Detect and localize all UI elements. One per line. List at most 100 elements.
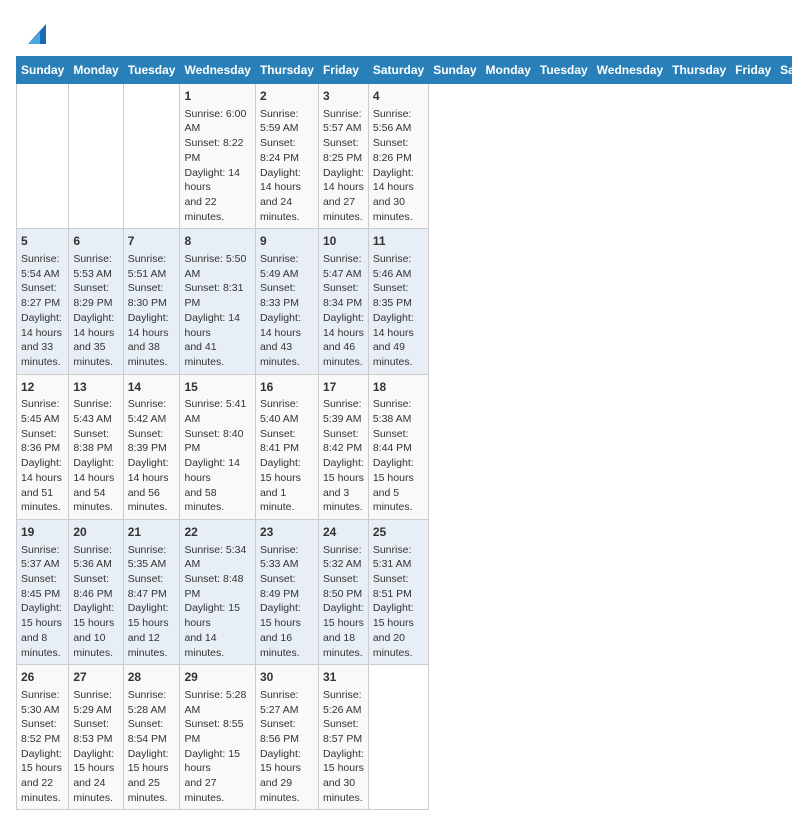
day-info: Sunrise: 5:29 AM Sunset: 8:53 PM Dayligh… — [73, 688, 118, 806]
calendar-cell: 22Sunrise: 5:34 AM Sunset: 8:48 PM Dayli… — [180, 519, 255, 664]
col-header-thursday: Thursday — [255, 57, 318, 84]
col-header-saturday: Saturday — [776, 57, 792, 84]
calendar-week-row: 5 Sunrise: 5:54 AM Sunset: 8:27 PM Daylig… — [17, 229, 792, 374]
day-info: Sunrise: 5:54 AM Sunset: 8:27 PM Dayligh… — [21, 252, 64, 370]
day-info: Sunrise: 5:37 AM Sunset: 8:45 PM Dayligh… — [21, 543, 64, 661]
calendar-cell: 27 Sunrise: 5:29 AM Sunset: 8:53 PM Dayli… — [69, 665, 123, 810]
calendar-header-row: SundayMondayTuesdayWednesdayThursdayFrid… — [17, 57, 792, 84]
day-info: Sunrise: 6:00 AM Sunset: 8:22 PM Dayligh… — [184, 107, 250, 225]
calendar-cell: 28Sunrise: 5:28 AM Sunset: 8:54 PM Dayli… — [123, 665, 180, 810]
calendar-cell: 8 Sunrise: 5:50 AM Sunset: 8:31 PM Daylig… — [180, 229, 255, 374]
day-number: 11 — [373, 233, 424, 250]
page-header — [16, 16, 776, 46]
day-number: 17 — [323, 379, 364, 396]
day-number: 25 — [373, 524, 424, 541]
col-header-monday: Monday — [69, 57, 123, 84]
calendar-cell: 25 Sunrise: 5:31 AM Sunset: 8:51 PM Dayli… — [368, 519, 428, 664]
day-number: 21 — [128, 524, 176, 541]
day-info: Sunrise: 5:35 AM Sunset: 8:47 PM Dayligh… — [128, 543, 176, 661]
calendar-cell: 26 Sunrise: 5:30 AM Sunset: 8:52 PM Dayli… — [17, 665, 69, 810]
day-number: 7 — [128, 233, 176, 250]
day-number: 18 — [373, 379, 424, 396]
day-number: 31 — [323, 669, 364, 686]
calendar-cell: 2 Sunrise: 5:59 AM Sunset: 8:24 PM Daylig… — [255, 84, 318, 229]
col-header-saturday: Saturday — [368, 57, 428, 84]
day-info: Sunrise: 5:30 AM Sunset: 8:52 PM Dayligh… — [21, 688, 64, 806]
calendar-cell: 9Sunrise: 5:49 AM Sunset: 8:33 PM Daylig… — [255, 229, 318, 374]
day-info: Sunrise: 5:59 AM Sunset: 8:24 PM Dayligh… — [260, 107, 314, 225]
day-info: Sunrise: 5:49 AM Sunset: 8:33 PM Dayligh… — [260, 252, 314, 370]
day-number: 30 — [260, 669, 314, 686]
calendar-week-row: 19 Sunrise: 5:37 AM Sunset: 8:45 PM Dayli… — [17, 519, 792, 664]
day-number: 19 — [21, 524, 64, 541]
col-header-thursday: Thursday — [668, 57, 731, 84]
col-header-tuesday: Tuesday — [535, 57, 592, 84]
col-header-wednesday: Wednesday — [592, 57, 667, 84]
day-number: 27 — [73, 669, 118, 686]
day-info: Sunrise: 5:42 AM Sunset: 8:39 PM Dayligh… — [128, 397, 176, 515]
day-info: Sunrise: 5:41 AM Sunset: 8:40 PM Dayligh… — [184, 397, 250, 515]
calendar-cell: 4 Sunrise: 5:56 AM Sunset: 8:26 PM Daylig… — [368, 84, 428, 229]
calendar-week-row: 1 Sunrise: 6:00 AM Sunset: 8:22 PM Daylig… — [17, 84, 792, 229]
col-header-sunday: Sunday — [429, 57, 481, 84]
col-header-monday: Monday — [481, 57, 535, 84]
calendar-cell: 17Sunrise: 5:39 AM Sunset: 8:42 PM Dayli… — [318, 374, 368, 519]
calendar-cell: 18Sunrise: 5:38 AM Sunset: 8:44 PM Dayli… — [368, 374, 428, 519]
calendar-cell: 10Sunrise: 5:47 AM Sunset: 8:34 PM Dayli… — [318, 229, 368, 374]
day-info: Sunrise: 5:38 AM Sunset: 8:44 PM Dayligh… — [373, 397, 424, 515]
day-info: Sunrise: 5:45 AM Sunset: 8:36 PM Dayligh… — [21, 397, 64, 515]
day-number: 26 — [21, 669, 64, 686]
calendar-cell — [368, 665, 428, 810]
day-info: Sunrise: 5:43 AM Sunset: 8:38 PM Dayligh… — [73, 397, 118, 515]
calendar-cell: 14Sunrise: 5:42 AM Sunset: 8:39 PM Dayli… — [123, 374, 180, 519]
calendar-cell: 11 Sunrise: 5:46 AM Sunset: 8:35 PM Dayli… — [368, 229, 428, 374]
day-number: 6 — [73, 233, 118, 250]
calendar-cell: 29Sunrise: 5:28 AM Sunset: 8:55 PM Dayli… — [180, 665, 255, 810]
calendar-cell: 1 Sunrise: 6:00 AM Sunset: 8:22 PM Daylig… — [180, 84, 255, 229]
day-number: 14 — [128, 379, 176, 396]
calendar-cell: 3Sunrise: 5:57 AM Sunset: 8:25 PM Daylig… — [318, 84, 368, 229]
day-info: Sunrise: 5:40 AM Sunset: 8:41 PM Dayligh… — [260, 397, 314, 515]
day-info: Sunrise: 5:26 AM Sunset: 8:57 PM Dayligh… — [323, 688, 364, 806]
day-info: Sunrise: 5:27 AM Sunset: 8:56 PM Dayligh… — [260, 688, 314, 806]
day-info: Sunrise: 5:50 AM Sunset: 8:31 PM Dayligh… — [184, 252, 250, 370]
day-number: 16 — [260, 379, 314, 396]
day-info: Sunrise: 5:56 AM Sunset: 8:26 PM Dayligh… — [373, 107, 424, 225]
day-number: 23 — [260, 524, 314, 541]
calendar-cell: 5 Sunrise: 5:54 AM Sunset: 8:27 PM Daylig… — [17, 229, 69, 374]
day-info: Sunrise: 5:31 AM Sunset: 8:51 PM Dayligh… — [373, 543, 424, 661]
calendar-cell: 7 Sunrise: 5:51 AM Sunset: 8:30 PM Daylig… — [123, 229, 180, 374]
logo-icon — [18, 16, 48, 46]
calendar-cell — [123, 84, 180, 229]
calendar-cell: 21 Sunrise: 5:35 AM Sunset: 8:47 PM Dayli… — [123, 519, 180, 664]
calendar-cell: 23 Sunrise: 5:33 AM Sunset: 8:49 PM Dayli… — [255, 519, 318, 664]
calendar-cell — [69, 84, 123, 229]
day-number: 22 — [184, 524, 250, 541]
day-info: Sunrise: 5:53 AM Sunset: 8:29 PM Dayligh… — [73, 252, 118, 370]
day-number: 8 — [184, 233, 250, 250]
day-number: 1 — [184, 88, 250, 105]
day-info: Sunrise: 5:47 AM Sunset: 8:34 PM Dayligh… — [323, 252, 364, 370]
calendar-cell: 16Sunrise: 5:40 AM Sunset: 8:41 PM Dayli… — [255, 374, 318, 519]
calendar-cell: 24Sunrise: 5:32 AM Sunset: 8:50 PM Dayli… — [318, 519, 368, 664]
col-header-wednesday: Wednesday — [180, 57, 255, 84]
day-number: 5 — [21, 233, 64, 250]
day-info: Sunrise: 5:28 AM Sunset: 8:54 PM Dayligh… — [128, 688, 176, 806]
calendar-cell: 15Sunrise: 5:41 AM Sunset: 8:40 PM Dayli… — [180, 374, 255, 519]
calendar-cell: 20Sunrise: 5:36 AM Sunset: 8:46 PM Dayli… — [69, 519, 123, 664]
col-header-friday: Friday — [318, 57, 368, 84]
col-header-friday: Friday — [731, 57, 776, 84]
calendar-cell: 31 Sunrise: 5:26 AM Sunset: 8:57 PM Dayli… — [318, 665, 368, 810]
day-info: Sunrise: 5:51 AM Sunset: 8:30 PM Dayligh… — [128, 252, 176, 370]
calendar-cell — [17, 84, 69, 229]
day-number: 15 — [184, 379, 250, 396]
day-info: Sunrise: 5:46 AM Sunset: 8:35 PM Dayligh… — [373, 252, 424, 370]
day-number: 12 — [21, 379, 64, 396]
col-header-sunday: Sunday — [17, 57, 69, 84]
day-number: 4 — [373, 88, 424, 105]
day-number: 2 — [260, 88, 314, 105]
day-number: 24 — [323, 524, 364, 541]
day-info: Sunrise: 5:33 AM Sunset: 8:49 PM Dayligh… — [260, 543, 314, 661]
day-number: 20 — [73, 524, 118, 541]
logo — [16, 16, 48, 46]
